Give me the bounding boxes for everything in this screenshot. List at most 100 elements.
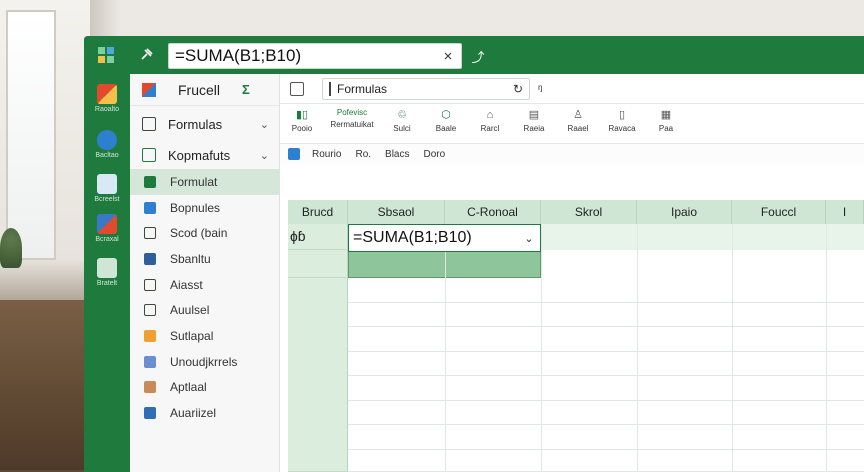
app-grid-icon[interactable] <box>96 45 116 65</box>
chevron-down-icon[interactable]: ⌄ <box>518 232 540 245</box>
lp-row-kopmafuts[interactable]: Kopmafuts ⌄ <box>130 141 279 169</box>
recycle-icon: ♲ <box>397 109 407 121</box>
nav-item-8[interactable]: Aptlaal <box>130 375 279 401</box>
subbar-item[interactable]: Doro <box>423 149 445 160</box>
app-name: Frucell <box>178 81 221 98</box>
row-header-column <box>288 278 348 472</box>
home-icon: ⌂ <box>486 109 494 121</box>
ribbon-button-7[interactable]: ▯ Ravaca <box>600 108 644 133</box>
column-header[interactable]: Ipaio <box>637 200 732 224</box>
tab-label: Formulas <box>337 81 388 96</box>
formula-search-text[interactable]: =SUMA(B1;B10) <box>169 46 435 66</box>
name-cell[interactable]: ɸɓ <box>290 228 305 244</box>
active-cell-formula[interactable]: =SUMA(B1;B10) <box>349 229 518 247</box>
rail-item-3[interactable]: Bcreelst <box>84 174 130 203</box>
lp-row-formulas[interactable]: Formulas ⌄ <box>130 110 279 138</box>
ribbon-button-8[interactable]: ▦ Paa <box>644 108 688 133</box>
nav-item-4[interactable]: Aiasst <box>130 272 279 298</box>
page-icon: ▯ <box>618 109 626 121</box>
nav-item-5[interactable]: Auulsel <box>130 297 279 323</box>
more-icon[interactable]: ᵑ <box>538 82 543 96</box>
desk-backdrop <box>0 300 90 470</box>
nav-icon <box>144 381 156 394</box>
function-icon <box>142 148 156 162</box>
nav-item-7[interactable]: Unoudjkrrels <box>130 349 279 375</box>
app-logo-icon <box>142 82 156 97</box>
nav-icon <box>144 407 156 420</box>
table-row[interactable] <box>348 376 864 401</box>
row-1-fill <box>541 224 864 250</box>
formulas-icon <box>142 117 156 131</box>
nav-item-label: Formulat <box>170 174 218 189</box>
rail-5-icon <box>97 258 117 278</box>
rail-item-label: Raoalto <box>94 106 120 113</box>
nav-icon <box>144 278 156 291</box>
nav-item-3[interactable]: Sbanltu <box>130 246 279 272</box>
rail-item-1[interactable]: Raoalto <box>84 84 130 113</box>
subbar-item[interactable]: Rourio <box>312 149 341 160</box>
ribbon-button-4[interactable]: ⌂ Rarcl <box>468 108 512 133</box>
subbar-item[interactable]: Ro. <box>355 149 371 160</box>
nav-item-label: Auariizel <box>170 406 217 421</box>
column-header[interactable]: Fouccl <box>732 200 826 224</box>
plant-backdrop <box>0 228 22 268</box>
close-icon[interactable]: × <box>435 48 461 65</box>
table-row[interactable] <box>348 401 864 425</box>
column-header[interactable]: Skrol <box>541 200 637 224</box>
divider <box>329 81 331 96</box>
nav-item-label: Unoudjkrrels <box>170 354 238 369</box>
table-row[interactable] <box>348 303 864 327</box>
sheet-grid: Brucd Sbsaol C-Ronoal Skrol Ipaio Fouccl… <box>280 200 864 472</box>
formula-search-bar[interactable]: =SUMA(B1;B10) × <box>168 43 462 69</box>
ribbon-button-0[interactable]: ▮▯ Pooio <box>280 108 324 133</box>
ribbon-label: Paa <box>658 124 674 133</box>
lp-row-label: Kopmafuts <box>168 147 231 163</box>
rail-item-2[interactable]: Bacltao <box>84 130 130 159</box>
ribbon-button-3[interactable]: ⬡ Baale <box>424 108 468 133</box>
ribbon-label: Raael <box>567 124 589 133</box>
chevron-down-icon[interactable]: ⌄ <box>260 149 269 162</box>
chevron-down-icon[interactable]: ⌄ <box>260 118 269 131</box>
rail-1-icon <box>97 84 117 104</box>
nav-item-0[interactable]: Formulat <box>130 169 279 195</box>
nav-item-9[interactable]: Auariizel <box>130 400 279 426</box>
active-cell-editor[interactable]: =SUMA(B1;B10) ⌄ <box>348 224 541 252</box>
table-row[interactable] <box>348 425 864 450</box>
pin-icon[interactable] <box>136 45 156 65</box>
column-header[interactable]: Sbsaol <box>348 200 445 224</box>
table-row[interactable] <box>348 278 864 303</box>
rail-item-4[interactable]: Bcraxal <box>84 214 130 243</box>
refresh-icon[interactable]: ↻ <box>507 82 529 96</box>
table-row[interactable] <box>348 450 864 472</box>
ribbon-button-5[interactable]: ▤ Raeia <box>512 108 556 133</box>
nav-icon <box>144 252 156 265</box>
table-row[interactable] <box>348 352 864 376</box>
rail-item-5[interactable]: Bratelt <box>84 258 130 287</box>
column-header[interactable]: I <box>826 200 864 224</box>
document-icon: ▤ <box>528 109 540 121</box>
nav-icon <box>144 201 156 214</box>
ribbon-label: Rarcl <box>480 124 500 133</box>
ribbon-label: Pooio <box>291 124 313 133</box>
sheet-icon[interactable] <box>290 81 304 96</box>
info-icon[interactable] <box>288 148 300 160</box>
column-header[interactable]: C-Ronoal <box>445 200 541 224</box>
ribbon-button-6[interactable]: ♙ Raael <box>556 108 600 133</box>
nav-item-2[interactable]: Scod (bain <box>130 220 279 246</box>
main-area: Formulas ↻ ᵑ ▮▯ Pooio Pofevisc Rermatuik… <box>280 74 864 472</box>
ribbon-top-label: Pofevisc <box>336 108 368 117</box>
sigma-icon[interactable]: Σ <box>242 82 258 98</box>
run-icon[interactable]: ⤴ <box>466 45 490 67</box>
nav-item-6[interactable]: Sutlapal <box>130 323 279 349</box>
subbar-item[interactable]: Blacs <box>385 149 409 160</box>
app-header: Frucell Σ <box>130 74 279 106</box>
nav-item-1[interactable]: Bopnules <box>130 195 279 221</box>
table-row[interactable] <box>348 327 864 352</box>
ribbon-button-2[interactable]: ♲ Sulci <box>380 108 424 133</box>
column-divider <box>826 224 827 472</box>
row-header[interactable] <box>288 250 348 278</box>
column-header[interactable]: Brucd <box>288 200 348 224</box>
column-divider <box>637 224 638 472</box>
tab-formulas[interactable]: Formulas ↻ <box>322 77 530 100</box>
ribbon-button-1[interactable]: Pofevisc Rermatuikat <box>324 108 380 129</box>
